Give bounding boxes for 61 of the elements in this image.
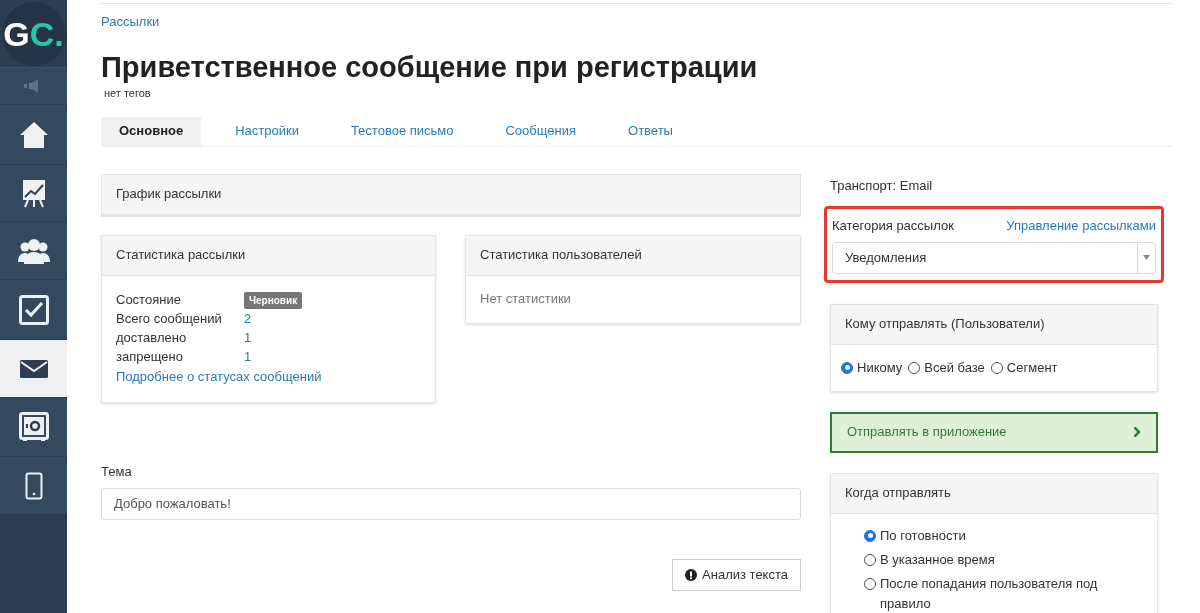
manage-mailings-link[interactable]: Управление рассылками [1006, 216, 1156, 236]
tab[interactable]: Сообщения [487, 116, 595, 146]
breadcrumb-link[interactable]: Рассылки [101, 14, 160, 29]
status-badge: Черновик [244, 291, 303, 309]
sidebar-item[interactable] [0, 105, 67, 165]
sidebar-item[interactable] [0, 340, 67, 398]
radio-option[interactable]: По готовности [864, 525, 1147, 546]
tab[interactable]: Основное [101, 116, 202, 146]
tab[interactable]: Настройки [217, 116, 317, 146]
status-details-link[interactable]: Подробнее о статусах сообщений [116, 368, 322, 384]
stat-value-link[interactable]: 1 [244, 347, 252, 367]
phone-icon [24, 471, 43, 500]
category-label: Категория рассылок [832, 217, 954, 235]
sidebar-item[interactable] [0, 280, 67, 340]
tab[interactable]: Тестовое письмо [332, 116, 472, 146]
stat-label: Состояние [116, 291, 182, 310]
radio-button[interactable] [841, 361, 853, 374]
panel-title: Когда отправлять [845, 484, 951, 503]
sidebar-item[interactable] [0, 398, 67, 457]
sidebar-item[interactable] [0, 457, 67, 515]
safe-icon [18, 412, 49, 442]
subject-field[interactable]: Добро пожаловать! [101, 487, 801, 520]
stat-label: доставлено [116, 329, 188, 348]
dropdown-caret-icon [1143, 255, 1150, 260]
panel-title: Статистика пользователей [480, 246, 642, 265]
chevron-right-icon [1133, 426, 1141, 438]
radio-option[interactable]: Сегмент [990, 357, 1058, 378]
radio-button[interactable] [864, 553, 876, 566]
empty-stats-text: Нет статистики [480, 290, 571, 309]
subject-label: Тема [101, 463, 133, 481]
panel-title: График рассылки [116, 185, 222, 204]
transport-text: Транспорт: Email [830, 176, 934, 195]
radio-button[interactable] [990, 361, 1003, 374]
panel-title: Статистика рассылки [116, 246, 246, 265]
radio-option[interactable]: Никому [841, 357, 903, 378]
exclamation-icon [685, 568, 698, 581]
sidebar-item[interactable] [0, 165, 67, 222]
stat-value-link[interactable]: 2 [244, 309, 252, 329]
radio-option[interactable]: В указанное время [864, 549, 1147, 570]
radio-option[interactable]: После попадания пользователя под правило [864, 573, 1147, 613]
stat-label: запрещено [116, 348, 184, 367]
chart-icon [20, 178, 47, 208]
radio-button[interactable] [864, 577, 876, 590]
stat-value-link[interactable]: 1 [244, 328, 252, 348]
analyze-text-button[interactable]: Анализ текста [672, 558, 801, 591]
radio-button[interactable] [908, 361, 921, 374]
stat-label: Всего сообщений [116, 310, 223, 329]
radio-button[interactable] [864, 529, 876, 542]
sidebar-item[interactable] [0, 222, 67, 280]
mail-icon [19, 359, 48, 378]
tags-text: нет тегов [104, 86, 152, 101]
page-title: Приветственное сообщение при регистрации [101, 50, 759, 84]
send-to-app-button[interactable]: Отправлять в приложение [830, 411, 1158, 453]
tab[interactable]: Ответы [610, 116, 691, 146]
checkbox-icon [18, 294, 49, 325]
category-select[interactable]: Уведомления [832, 241, 1156, 274]
logo[interactable]: GC. [1, 1, 66, 66]
home-icon [18, 119, 49, 150]
users-icon [17, 237, 50, 264]
panel-title: Кому отправлять (Пользователи) [845, 315, 1045, 334]
radio-option[interactable]: Всей базе [908, 357, 985, 378]
